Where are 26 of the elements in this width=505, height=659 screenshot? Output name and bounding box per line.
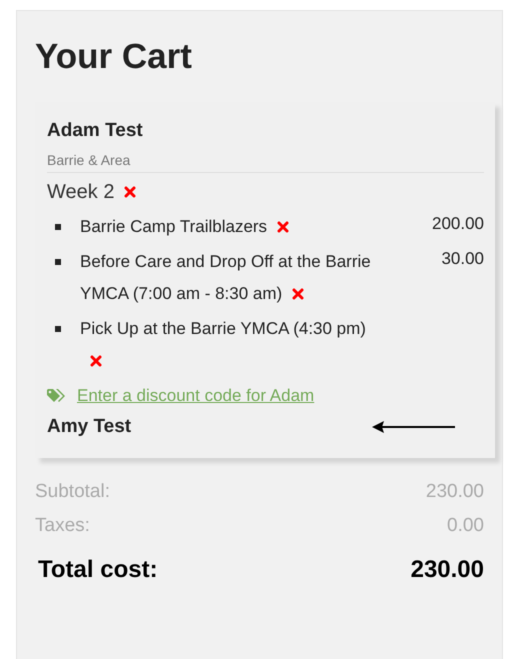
participant-name: Amy Test (47, 415, 132, 439)
arrow-icon (372, 421, 456, 433)
summary-value: 230.00 (426, 480, 484, 504)
participant-name: Adam Test (47, 119, 143, 143)
remove-icon[interactable] (90, 355, 102, 367)
total-label: Total cost: (38, 556, 158, 584)
remove-icon[interactable] (124, 186, 136, 198)
remove-icon[interactable] (292, 288, 304, 300)
item-name: Barrie Camp Trailblazers (80, 211, 290, 243)
summary-label: Subtotal: (35, 480, 110, 504)
summary-label: Taxes: (35, 514, 90, 538)
remove-icon[interactable] (277, 221, 290, 233)
item-price: 200.00 (432, 213, 484, 235)
week-label: Week 2 (47, 180, 114, 205)
item-name: Before Care and Drop Off at the Barrie YMCA (7:00 am - 8:30 am) (80, 251, 372, 305)
summary-value: 0.00 (447, 514, 484, 538)
bullet-icon (55, 259, 61, 265)
tag-icon (47, 389, 67, 403)
item-price: 30.00 (441, 248, 484, 270)
region-label: Barrie & Area (47, 152, 130, 170)
bullet-icon (55, 326, 61, 332)
bullet-icon (55, 224, 61, 230)
discount-link[interactable]: Enter a discount code for Adam (77, 384, 314, 408)
cart-title: Your Cart (35, 36, 192, 78)
item-name: Pick Up at the Barrie YMCA (4:30 pm) (80, 313, 372, 377)
total-value: 230.00 (410, 556, 484, 584)
